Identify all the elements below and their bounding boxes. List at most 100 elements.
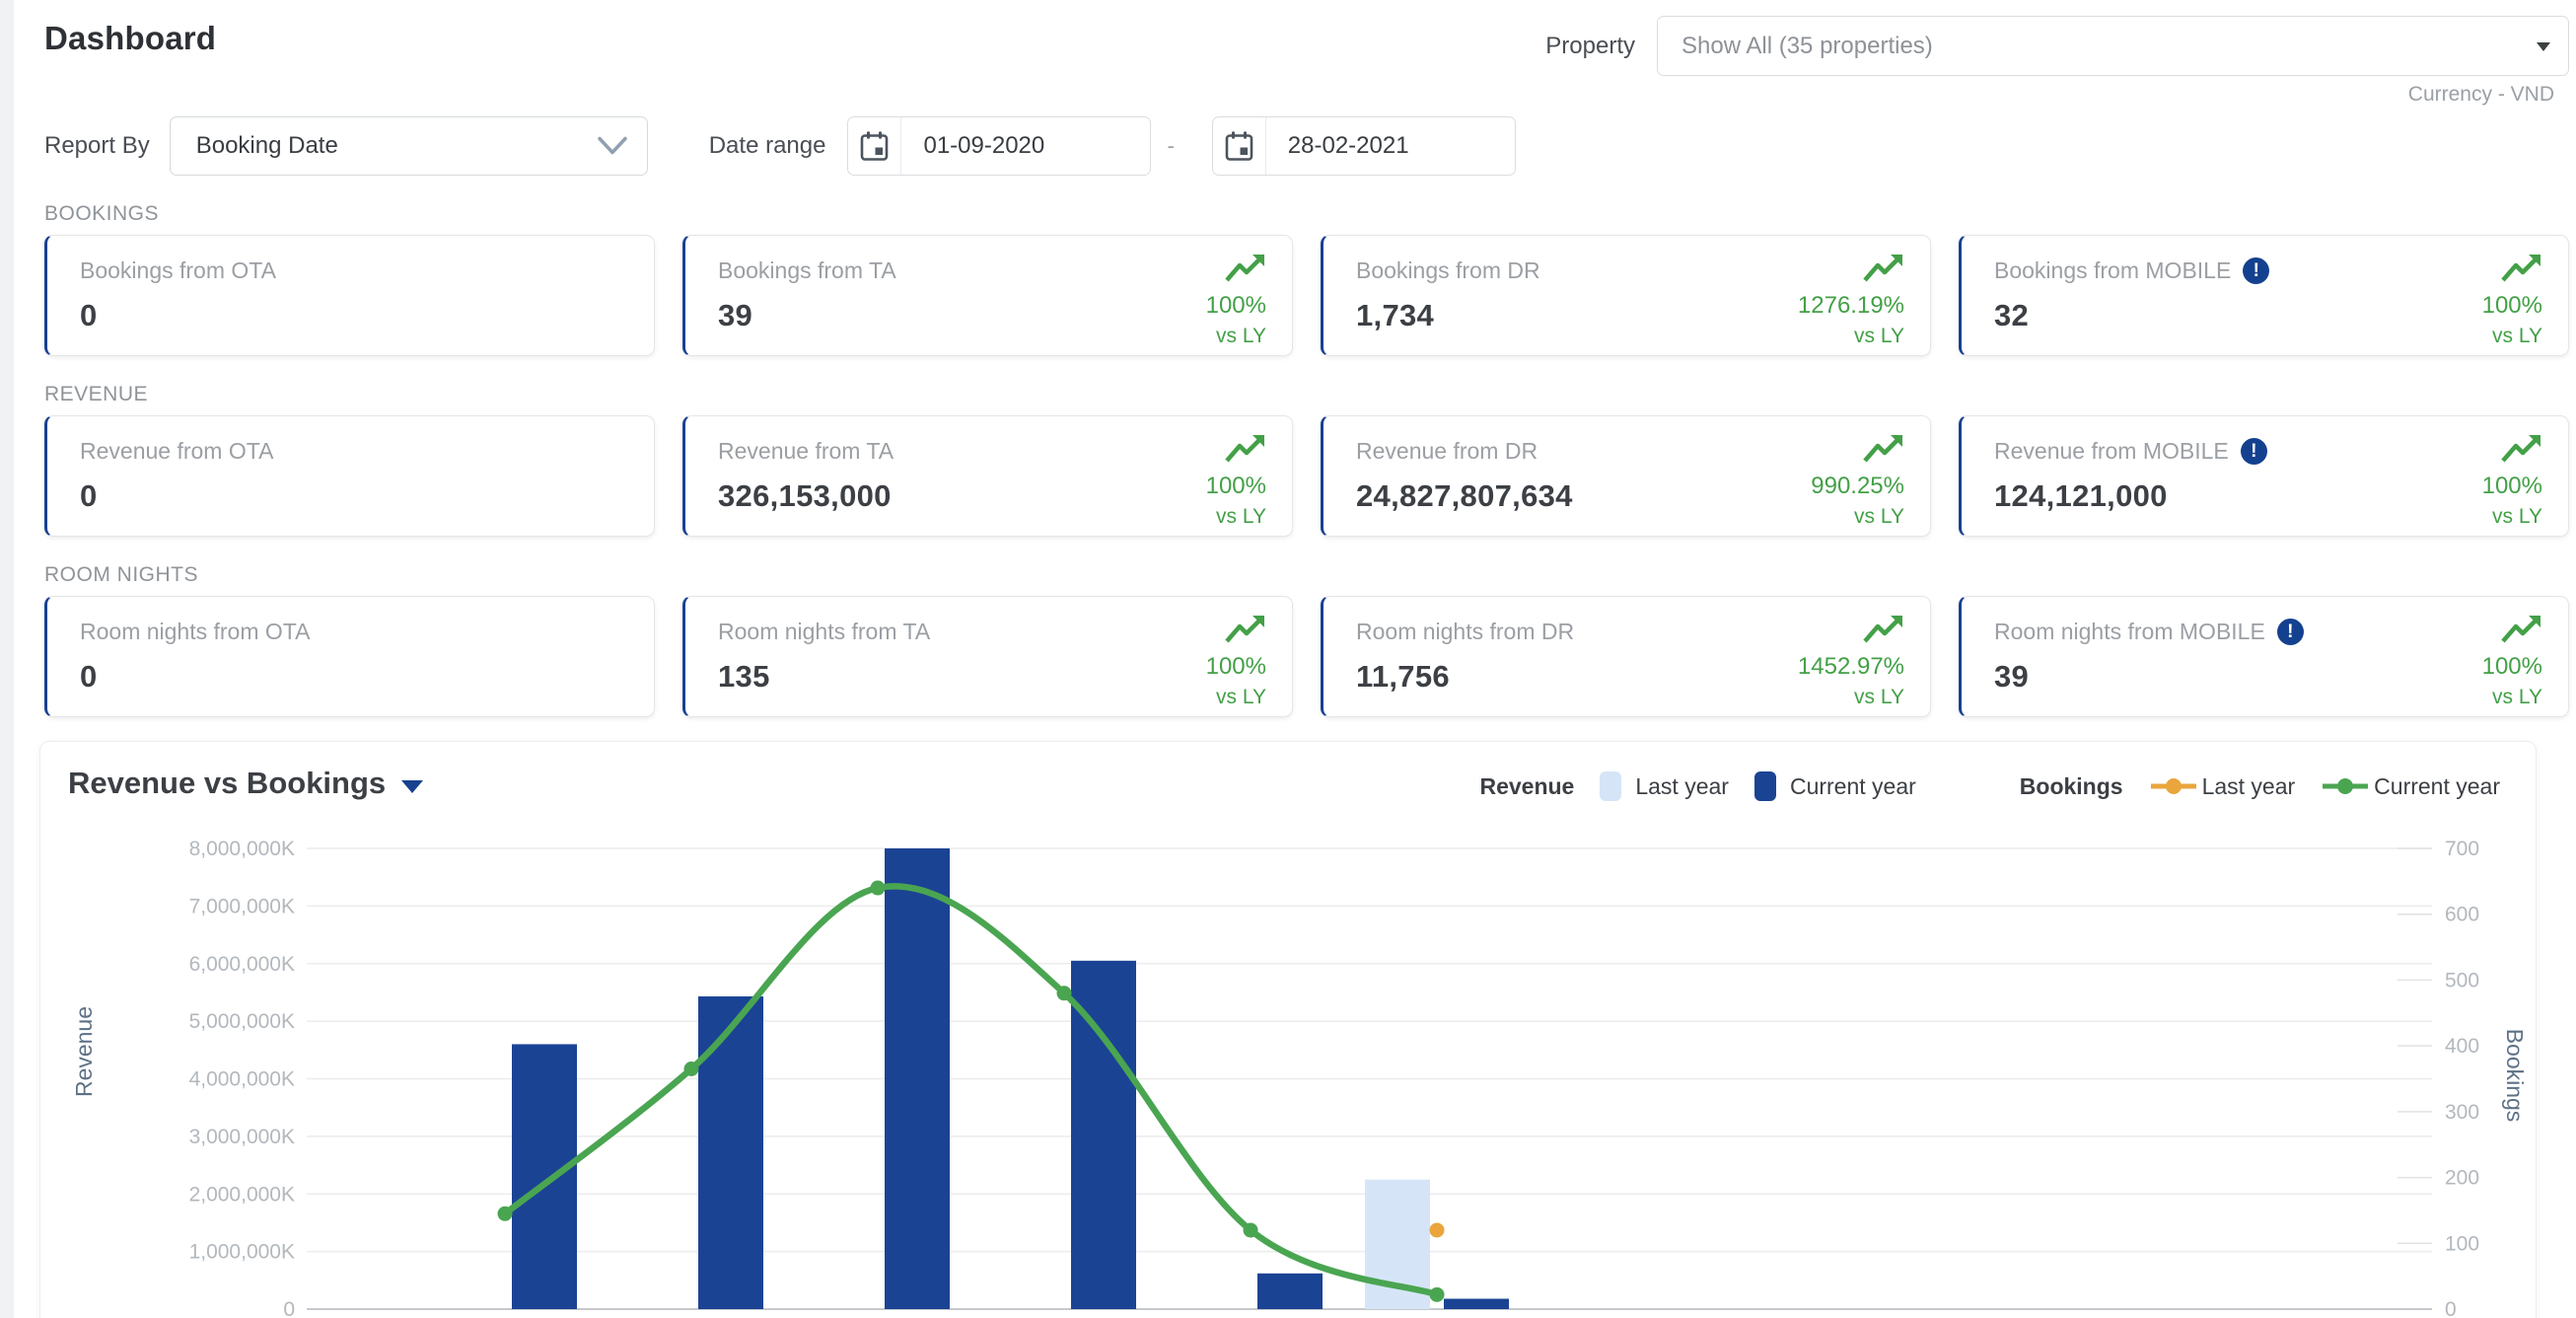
line-point[interactable] — [498, 1207, 513, 1221]
line-point[interactable] — [1244, 1222, 1258, 1237]
kpi-card: Revenue from OTA0 — [44, 415, 655, 537]
kpi-card-value: 39 — [718, 298, 1264, 333]
kpi-card-label-text: Room nights from OTA — [80, 619, 310, 645]
trend-up-icon — [1225, 252, 1266, 285]
trend-percent: 100% — [1206, 473, 1266, 500]
kpi-trend: 100%vs LY — [1206, 252, 1266, 348]
trend-percent: 1276.19% — [1798, 292, 1904, 320]
left-axis-title: Revenue — [71, 1006, 97, 1097]
dashboard-page: Dashboard Property Show All (35 properti… — [0, 0, 2576, 1318]
legend-item-revenue-current-year[interactable]: Current year — [1754, 771, 1916, 801]
trend-caption: vs LY — [1811, 505, 1904, 529]
kpi-card: Room nights from TA135100%vs LY — [682, 596, 1293, 717]
kpi-card: Revenue from DR24,827,807,634990.25%vs L… — [1321, 415, 1931, 537]
trend-caption: vs LY — [2482, 505, 2542, 529]
chart-title: Revenue vs Bookings — [68, 766, 386, 801]
right-axis-tick: 600 — [2445, 904, 2479, 926]
right-axis-tick: 100 — [2445, 1232, 2479, 1255]
line-point[interactable] — [1057, 986, 1072, 1000]
revenue-vs-bookings-panel: Revenue vs Bookings Revenue Last year Cu… — [39, 741, 2537, 1318]
legend-swatch-revenue-current — [1754, 771, 1776, 801]
calendar-icon[interactable] — [1213, 117, 1266, 175]
chevron-down-icon — [598, 137, 627, 156]
kpi-cards-row: Bookings from OTA0Bookings from TA39100%… — [44, 235, 2569, 356]
trend-up-icon — [1863, 432, 1904, 466]
trend-up-icon — [2501, 252, 2542, 285]
info-badge-icon[interactable]: ! — [2241, 438, 2267, 465]
kpi-card-label: Room nights from TA — [718, 619, 1264, 645]
legend-group-revenue: Revenue — [1479, 773, 1574, 800]
legend-item-bookings-last-year[interactable]: Last year — [2149, 773, 2296, 800]
bar-current-year[interactable] — [1257, 1274, 1323, 1309]
property-select[interactable]: Show All (35 properties) — [1657, 16, 2569, 76]
kpi-card-label-text: Revenue from DR — [1356, 438, 1538, 465]
kpi-card-value: 0 — [80, 659, 626, 695]
kpi-card-value: 0 — [80, 298, 626, 333]
kpi-card-label-text: Bookings from OTA — [80, 257, 276, 284]
legend-label: Current year — [1790, 773, 1916, 800]
trend-caption: vs LY — [2482, 686, 2542, 709]
kpi-card-label-text: Revenue from OTA — [80, 438, 273, 465]
left-axis-tick: 0 — [283, 1298, 295, 1318]
date-to-input[interactable]: 28-02-2021 — [1212, 116, 1516, 176]
section-title: BOOKINGS — [44, 202, 2569, 223]
trend-caption: vs LY — [1206, 505, 1266, 529]
page-left-gutter — [0, 0, 14, 1318]
bar-current-year[interactable] — [698, 996, 763, 1309]
trend-caption: vs LY — [1206, 325, 1266, 348]
bar-current-year[interactable] — [885, 848, 950, 1309]
property-label: Property — [1545, 33, 1635, 60]
currency-note: Currency - VND — [44, 83, 2569, 107]
right-axis-tick: 300 — [2445, 1101, 2479, 1124]
line-point[interactable] — [684, 1062, 699, 1076]
kpi-card-label: Room nights from OTA — [80, 619, 626, 645]
chart-title-dropdown[interactable]: Revenue vs Bookings — [68, 766, 423, 801]
report-by-value: Booking Date — [196, 132, 338, 160]
kpi-card: Room nights from OTA 0 — [44, 596, 655, 717]
legend-label: Last year — [1635, 773, 1729, 800]
legend-item-revenue-last-year[interactable]: Last year — [1600, 771, 1729, 801]
bar-current-year[interactable] — [512, 1044, 577, 1309]
trend-up-icon — [1863, 613, 1904, 646]
trend-percent: 990.25% — [1811, 473, 1904, 500]
line-point[interactable] — [871, 881, 886, 896]
kpi-card: Bookings from TA 39100%vs LY — [682, 235, 1293, 356]
trend-up-icon — [1225, 613, 1266, 646]
filters-bar: Report By Booking Date Date range 01-09-… — [44, 116, 2569, 176]
kpi-cards-row: Room nights from OTA 0 Room nights from TA… — [44, 596, 2569, 717]
chart-legend: Revenue Last year Current year Bookings … — [1479, 771, 2500, 801]
trend-caption: vs LY — [1798, 686, 1904, 709]
kpi-card-label-text: Revenue from MOBILE — [1994, 438, 2229, 465]
info-badge-icon[interactable]: ! — [2243, 257, 2269, 284]
kpi-card-label: Bookings from TA — [718, 257, 1264, 284]
kpi-card-label: Revenue from TA — [718, 438, 1264, 465]
kpi-trend: 1452.97%vs LY — [1798, 613, 1904, 709]
kpi-cards-row: Revenue from OTA0Revenue from TA326,153,… — [44, 415, 2569, 537]
line-point[interactable] — [1430, 1287, 1445, 1302]
trend-percent: 100% — [2482, 292, 2542, 320]
date-range-label: Date range — [709, 132, 826, 160]
kpi-sections: BOOKINGS Bookings from OTA 0 Bookings from … — [44, 202, 2569, 717]
kpi-card-label-text: Bookings from MOBILE — [1994, 257, 2231, 284]
right-axis-title: Bookings — [2502, 1029, 2528, 1123]
date-to-value: 28-02-2021 — [1266, 117, 1515, 175]
calendar-icon[interactable] — [848, 117, 901, 175]
kpi-card: Room nights from MOBILE!39100%vs LY — [1959, 596, 2569, 717]
kpi-card: Bookings from DR1,7341276.19%vs LY — [1321, 235, 1931, 356]
trend-caption: vs LY — [2482, 325, 2542, 348]
bar-current-year[interactable] — [1444, 1298, 1509, 1309]
legend-item-bookings-current-year[interactable]: Current year — [2321, 773, 2500, 800]
kpi-trend: 100%vs LY — [2482, 432, 2542, 529]
info-badge-icon[interactable]: ! — [2277, 619, 2304, 645]
kpi-trend: 100%vs LY — [2482, 613, 2542, 709]
report-by-select[interactable]: Booking Date — [170, 116, 648, 176]
trend-up-icon — [2501, 432, 2542, 466]
trend-up-icon — [1863, 252, 1904, 285]
date-from-input[interactable]: 01-09-2020 — [847, 116, 1151, 176]
line-point[interactable] — [1430, 1222, 1445, 1237]
kpi-card-label-text: Room nights from TA — [718, 619, 930, 645]
left-axis-tick: 3,000,000K — [189, 1126, 295, 1148]
trend-caption: vs LY — [1798, 325, 1904, 348]
kpi-card: Bookings from MOBILE!32100%vs LY — [1959, 235, 2569, 356]
kpi-trend: 100% vs LY — [2482, 252, 2542, 348]
